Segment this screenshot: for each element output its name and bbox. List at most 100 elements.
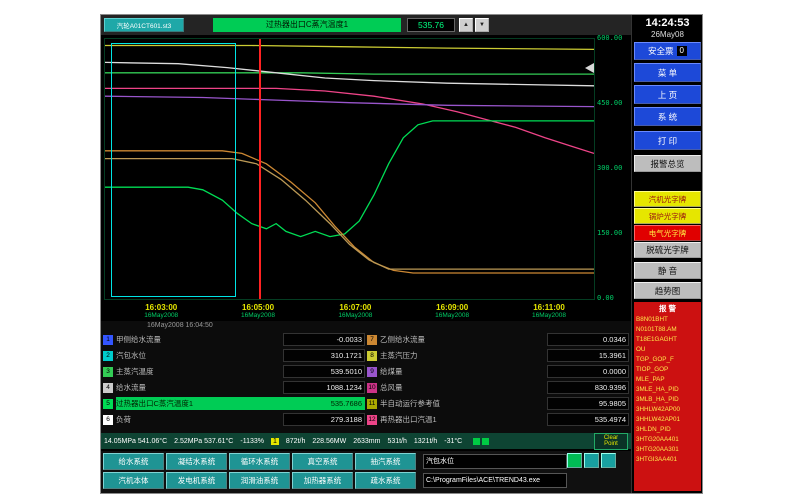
print-button[interactable]: 打 印 [634, 131, 701, 150]
x-axis-time: 16:03:00 [137, 303, 185, 312]
alarm-entry[interactable]: OU [634, 345, 701, 355]
right-sidebar: 14:24:53 26May08 安全票 0 菜 单上 页系 统打 印报警总览汽… [631, 15, 703, 493]
trend-toolbar: 汽轮A01CT601.st3 过热器出口C蒸汽温度1 535.76 ▲ ▼ [101, 15, 631, 35]
legend-row[interactable]: 2汽包水位310.1721 [103, 348, 365, 363]
trend-file-button[interactable]: 汽轮A01CT601.st3 [104, 18, 184, 32]
safety-ticket-button[interactable]: 安全票 0 [634, 42, 701, 60]
alarm-entry[interactable]: 3MLB_HA_PID [634, 395, 701, 405]
pen-name: 乙侧给水流量 [380, 333, 547, 346]
y-axis-label: 450.00 [597, 99, 631, 107]
pen-current-value: -0.0033 [283, 333, 365, 346]
trend-plot[interactable] [104, 38, 595, 300]
legend-row[interactable]: 6负荷279.3188 [103, 412, 365, 427]
alarm-entry[interactable]: T18E1GAGHT [634, 335, 701, 345]
trend-button[interactable]: 趋势图 [634, 282, 701, 299]
system-page-button[interactable]: 发电机系统 [166, 472, 227, 489]
x-axis-date: 16May2008 [525, 312, 573, 319]
pen-current-value: 535.4974 [547, 413, 629, 426]
legend-row[interactable]: 8主蒸汽压力15.3961 [367, 348, 629, 363]
tools-button[interactable] [584, 453, 599, 468]
trend-chart-area: 600.00450.00300.00150.000.00 16:03:0016M… [101, 35, 631, 321]
alarm-entry[interactable]: B8N01BHT [634, 315, 701, 325]
pen-color-swatch: 12 [367, 415, 377, 425]
clock-time: 14:24:53 [632, 17, 703, 29]
alarm-summary-button[interactable]: 报警总览 [634, 155, 701, 172]
point-name-input[interactable]: 汽包水位 [423, 454, 567, 469]
alarm-entry[interactable]: TIOP_GOP [634, 365, 701, 375]
alarm-entry[interactable]: 3HTG20AA301 [634, 445, 701, 455]
alarm-panel: 报 警 B8N01BHTN0101T88.AMT18E1GAGHTOUTGP_G… [634, 302, 701, 491]
legend-row[interactable]: 11半自动运行参考值95.9805 [367, 396, 629, 411]
status-value: -31°C [444, 438, 462, 445]
legend-row[interactable]: 12再热器出口汽温1535.4974 [367, 412, 629, 427]
pen-name: 半自动运行参考值 [380, 397, 547, 410]
system-page-button[interactable]: 抽汽系统 [355, 453, 416, 470]
mute-button[interactable]: 静 音 [634, 262, 701, 279]
legend-row[interactable]: 7乙侧给水流量0.0346 [367, 332, 629, 347]
page-up-button[interactable]: 上 页 [634, 85, 701, 104]
legend-row[interactable]: 9给煤量0.0000 [367, 364, 629, 379]
y-axis-label: 150.00 [597, 229, 631, 237]
pen-color-swatch: 4 [103, 383, 113, 393]
legend-row[interactable]: 4给水流量1088.1234 [103, 380, 365, 395]
turbine-annunciator-button[interactable]: 汽机光字牌 [634, 191, 701, 207]
alarm-entry[interactable]: N0101T88.AM [634, 325, 701, 335]
zoom-selection-box [111, 43, 236, 297]
legend-row[interactable]: 1甲侧给水流量-0.0033 [103, 332, 365, 347]
alarm-entry[interactable]: 3HHLW42AP00 [634, 405, 701, 415]
x-axis-time: 16:11:00 [525, 303, 573, 312]
alarm-entry[interactable]: 3HTGI3AA401 [634, 455, 701, 465]
scale-marker-icon[interactable] [585, 63, 594, 73]
pen-name: 总风量 [380, 381, 547, 394]
system-page-button[interactable]: 疏水系统 [355, 472, 416, 489]
status-value: 228.56MW [312, 438, 346, 445]
system-page-button[interactable]: 凝结水系统 [166, 453, 227, 470]
pen-current-value: 95.9805 [547, 397, 629, 410]
ack-button[interactable] [567, 453, 582, 468]
alarm-entry[interactable]: TGP_GOP_F [634, 355, 701, 365]
legend-row[interactable]: 10总风量830.9396 [367, 380, 629, 395]
cursor-timestamp: 16May2008 16:04:50 [147, 322, 213, 329]
system-page-button[interactable]: 加热器系统 [292, 472, 353, 489]
selected-pen-label[interactable]: 过热器出口C蒸汽温度1 [213, 18, 401, 32]
pen-current-value: 0.0000 [547, 365, 629, 378]
alarm-entry[interactable]: MLE_PAP [634, 375, 701, 385]
menu-button[interactable]: 菜 单 [634, 63, 701, 82]
fgd-annunciator-button[interactable]: 脱硫光字牌 [634, 242, 701, 258]
x-axis-label: 16:09:0016May2008 [428, 303, 476, 319]
pen-color-swatch: 11 [367, 399, 377, 409]
system-button[interactable]: 系 统 [634, 107, 701, 126]
command-line-input[interactable]: C:\ProgramFiles\ACE\TREND43.exe [423, 473, 567, 488]
legend-row[interactable]: 5过热器出口C蒸汽温度1535.7686 [103, 396, 365, 411]
system-page-button[interactable]: 真空系统 [292, 453, 353, 470]
electrical-annunciator-button[interactable]: 电气光字牌 [634, 225, 701, 241]
system-page-button[interactable]: 给水系统 [103, 453, 164, 470]
pen-down-icon[interactable]: ▼ [475, 18, 489, 32]
legend-row[interactable]: 3主蒸汽温度539.5010 [103, 364, 365, 379]
pen-color-swatch: 6 [103, 415, 113, 425]
alarm-entry[interactable]: 3MLE_HA_PID [634, 385, 701, 395]
alarm-entry[interactable]: 3HTG20AA401 [634, 435, 701, 445]
status-value: -1133% [240, 438, 264, 445]
tool-button-group [567, 453, 616, 468]
x-axis-label: 16:05:0016May2008 [234, 303, 282, 319]
system-page-button[interactable]: 循环水系统 [229, 453, 290, 470]
system-page-button[interactable]: 汽机本体 [103, 472, 164, 489]
system-button-row-2: 汽机本体发电机系统润滑油系统加热器系统疏水系统 [103, 472, 416, 489]
pen-name: 主蒸汽温度 [116, 365, 283, 378]
system-page-button[interactable]: 润滑油系统 [229, 472, 290, 489]
clear-point-button[interactable]: Clear Point [594, 433, 628, 450]
keyboard-button[interactable] [601, 453, 616, 468]
alarm-entry[interactable]: 3HLDN_PID [634, 425, 701, 435]
system-button-row-1: 给水系统凝结水系统循环水系统真空系统抽汽系统 [103, 453, 416, 470]
time-cursor-line[interactable] [259, 39, 261, 299]
safety-ticket-label: 安全票 [648, 45, 674, 57]
pen-color-swatch: 8 [367, 351, 377, 361]
pen-up-icon[interactable]: ▲ [459, 18, 473, 32]
pen-current-value: 830.9396 [547, 381, 629, 394]
boiler-annunciator-button[interactable]: 锅炉光字牌 [634, 208, 701, 224]
alarm-entry[interactable]: 3HHLW42AP01 [634, 415, 701, 425]
pen-name: 再热器出口汽温1 [380, 413, 547, 426]
pen-current-value: 0.0346 [547, 333, 629, 346]
pen-color-swatch: 3 [103, 367, 113, 377]
